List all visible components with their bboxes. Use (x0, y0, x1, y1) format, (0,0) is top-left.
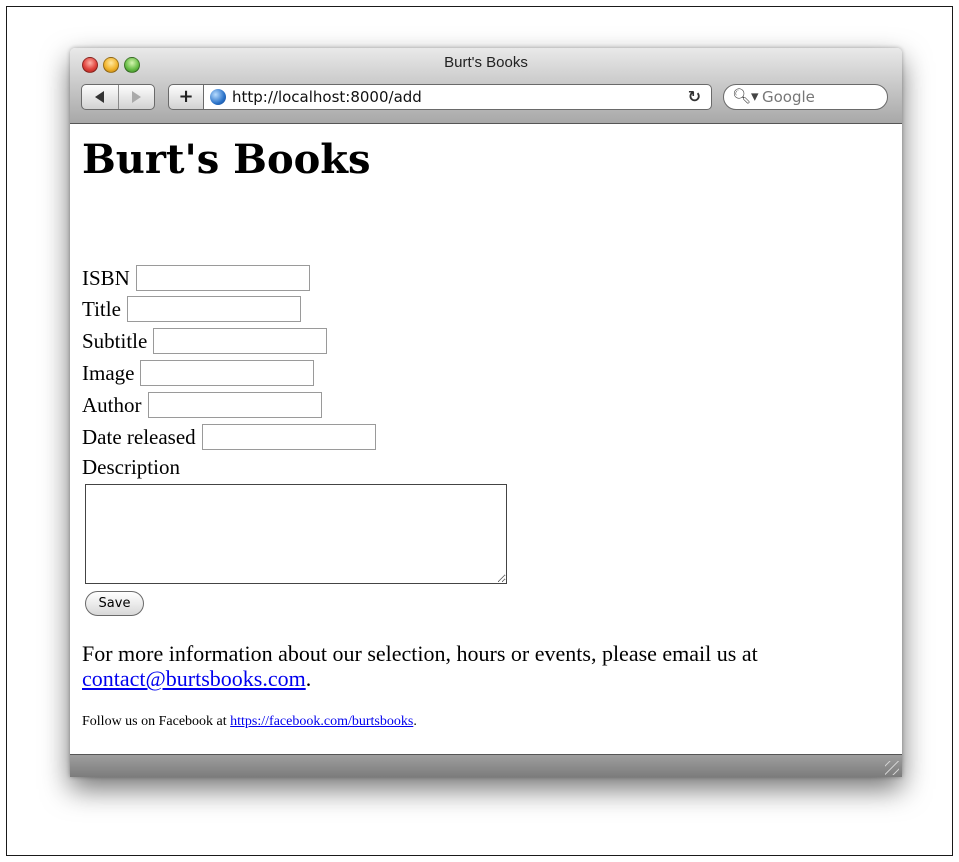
page-title: Burt's Books (82, 136, 371, 183)
browser-window: Burt's Books + http://localhost:8000/add… (70, 48, 902, 777)
title-bar: Burt's Books + http://localhost:8000/add… (70, 48, 902, 124)
facebook-info: Follow us on Facebook at https://faceboo… (82, 714, 417, 730)
author-label: Author (82, 392, 142, 417)
save-button[interactable]: Save (85, 591, 144, 616)
contact-info: For more information about our selection… (82, 641, 882, 691)
address-bar[interactable]: http://localhost:8000/add ↻ (203, 84, 712, 110)
window-title: Burt's Books (444, 54, 528, 71)
reload-icon[interactable]: ↻ (688, 87, 701, 106)
add-bookmark-button[interactable]: + (168, 84, 204, 110)
forward-arrow-icon (131, 91, 141, 103)
date-released-input[interactable] (201, 424, 376, 450)
author-row: Author (82, 392, 322, 418)
subtitle-label: Subtitle (82, 328, 148, 353)
description-textarea[interactable] (85, 484, 507, 584)
isbn-label: ISBN (82, 265, 130, 290)
image-row: Image (82, 360, 315, 386)
nav-buttons (81, 84, 155, 110)
forward-button[interactable] (117, 85, 155, 109)
date-released-label: Date released (82, 424, 196, 449)
back-button[interactable] (82, 85, 118, 109)
facebook-end: . (413, 714, 417, 729)
image-input[interactable] (140, 360, 315, 386)
search-icon[interactable]: 🔍︎▾ (732, 87, 759, 105)
page-content: Burt's Books ISBN Title Subtitle Image A… (70, 124, 902, 754)
contact-info-end: . (305, 666, 312, 691)
globe-icon (210, 89, 226, 105)
image-label: Image (82, 360, 135, 385)
facebook-link[interactable]: https://facebook.com/burtsbooks (230, 714, 413, 729)
subtitle-input[interactable] (153, 328, 328, 354)
title-input[interactable] (126, 296, 301, 322)
isbn-input[interactable] (135, 265, 310, 291)
facebook-text: Follow us on Facebook at (82, 714, 227, 729)
isbn-row: ISBN (82, 265, 310, 291)
contact-info-text: For more information about our selection… (82, 641, 758, 666)
search-field[interactable]: 🔍︎▾ Google (723, 84, 888, 110)
search-placeholder: Google (762, 88, 815, 106)
url-text[interactable]: http://localhost:8000/add (232, 88, 422, 106)
resize-grip-icon[interactable] (885, 761, 899, 775)
author-input[interactable] (147, 392, 322, 418)
title-row: Title (82, 296, 301, 322)
subtitle-row: Subtitle (82, 328, 328, 354)
back-arrow-icon (95, 91, 105, 103)
date-released-row: Date released (82, 424, 376, 450)
contact-email-link[interactable]: contact@burtsbooks.com (82, 666, 306, 691)
description-label: Description (82, 455, 180, 479)
title-label: Title (82, 296, 121, 321)
status-bar (70, 754, 902, 777)
